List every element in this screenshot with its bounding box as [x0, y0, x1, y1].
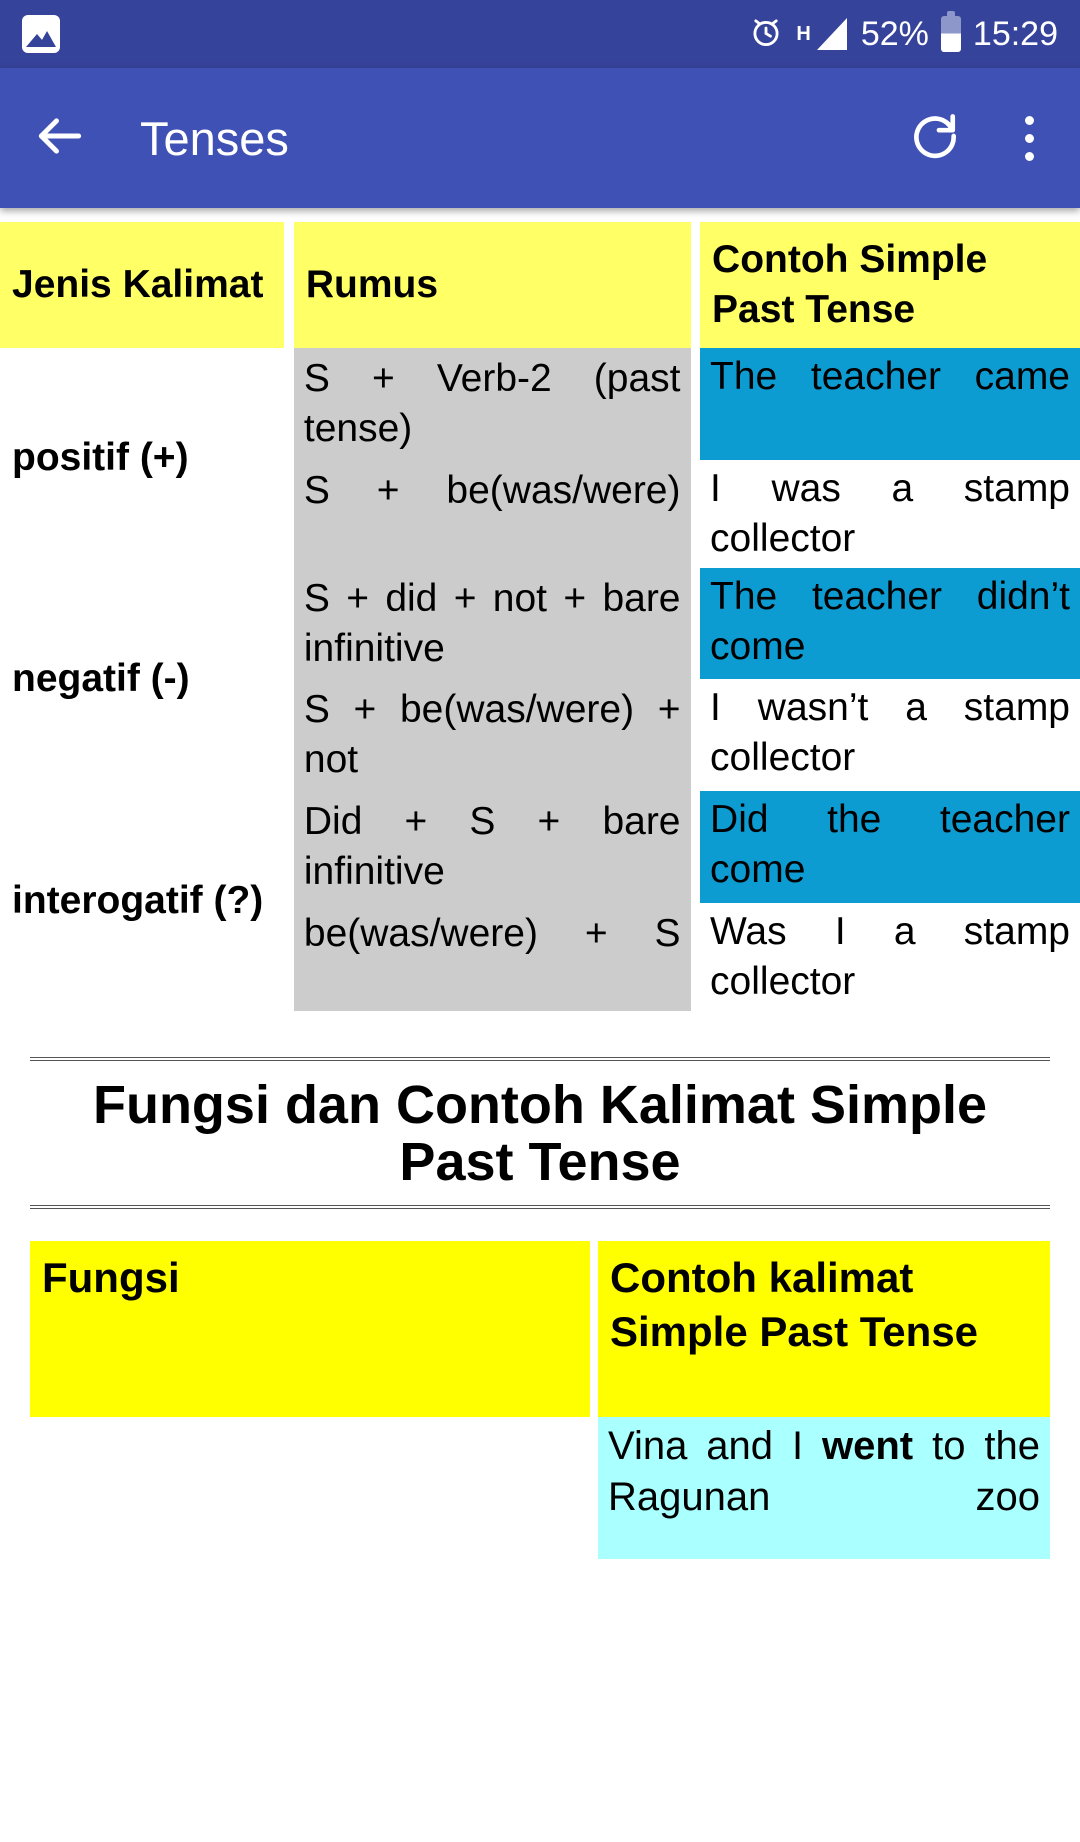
table-row: positif (+) S + Verb-2 (past tense) The … — [0, 348, 1080, 568]
table-header-row: Fungsi Contoh kalimat Simple Past Tense — [30, 1241, 1050, 1418]
table-header-jenis-kalimat: Jenis Kalimat — [0, 222, 285, 348]
table-header-row: Jenis Kalimat Rumus Contoh Simple Past T… — [0, 222, 1080, 348]
signal-triangle-icon — [816, 18, 847, 50]
page-title: Tenses — [140, 111, 289, 165]
section-heading-block: Fungsi dan Contoh Kalimat Simple Past Te… — [30, 1056, 1050, 1210]
cell-contoh-interogatif-1: Did the teacher come — [700, 791, 1080, 904]
overflow-dot — [1025, 115, 1034, 125]
image-gallery-icon — [22, 15, 60, 53]
battery-icon — [940, 11, 961, 52]
contoh-bold-verb: went — [822, 1424, 914, 1469]
table-row: interogatif (?) Did + S + bare infinitiv… — [0, 791, 1080, 1011]
table-row: negatif (-) S + did + not + bare infinit… — [0, 567, 1080, 792]
column-gap — [590, 1241, 598, 1418]
cell-contoh-negatif-2: I wasn’t a stamp collector — [700, 679, 1080, 792]
fungsi-table-wrap: Fungsi Contoh kalimat Simple Past Tense … — [0, 1241, 1080, 1560]
table-row: Vina and I went to the Ragunan zoo — [30, 1417, 1050, 1560]
cell-rumus-negatif-1: S + did + not + bare infinitive — [293, 567, 691, 680]
page-content: Jenis Kalimat Rumus Contoh Simple Past T… — [0, 208, 1080, 1560]
fungsi-table-header-contoh: Contoh kalimat Simple Past Tense — [598, 1241, 1050, 1418]
column-gap — [284, 222, 294, 348]
cell-contoh-positif-2: I was a stamp collector — [700, 459, 1080, 568]
overflow-dot — [1025, 151, 1034, 161]
cell-contoh-negatif-1: The teacher didn’t come — [700, 567, 1080, 680]
column-gap — [284, 567, 294, 792]
column-gap — [284, 791, 294, 1011]
column-gap — [590, 1417, 598, 1560]
contoh-prefix: Vina and I — [608, 1424, 823, 1469]
back-arrow-icon[interactable] — [32, 108, 88, 169]
fungsi-table: Fungsi Contoh kalimat Simple Past Tense … — [30, 1241, 1050, 1560]
cell-rumus-interogatif-2: be(was/were) + S — [293, 903, 691, 1011]
clock-label: 15:29 — [972, 15, 1058, 53]
refresh-icon[interactable] — [907, 108, 963, 169]
alarm-clock-icon — [748, 14, 784, 55]
app-bar: Tenses — [0, 68, 1080, 208]
cell-contoh-interogatif-2: Was I a stamp collector — [700, 903, 1080, 1011]
cell-rumus-interogatif-1: Did + S + bare infinitive — [293, 791, 691, 904]
table-header-rumus: Rumus — [293, 222, 691, 348]
section-heading-title: Fungsi dan Contoh Kalimat Simple Past Te… — [92, 1074, 988, 1193]
app-bar-actions — [907, 108, 1048, 169]
cell-contoh-positif-1: The teacher came — [700, 348, 1080, 460]
fungsi-cell-contoh: Vina and I went to the Ragunan zoo — [598, 1417, 1050, 1560]
overflow-dot — [1025, 133, 1034, 143]
cell-jenis-negatif: negatif (-) — [0, 567, 285, 792]
cell-rumus-positif-1: S + Verb-2 (past tense) — [293, 348, 691, 460]
status-bar-right: H 52% 15:29 — [748, 11, 1058, 55]
fungsi-cell-empty — [30, 1417, 590, 1560]
network-type-label: H — [796, 22, 811, 45]
column-gap — [690, 348, 701, 568]
column-gap — [690, 791, 701, 1011]
status-bar-left — [22, 15, 60, 53]
cell-rumus-negatif-2: S + be(was/were) + not — [293, 679, 691, 792]
column-gap — [284, 348, 294, 568]
column-gap — [690, 222, 701, 348]
tense-table: Jenis Kalimat Rumus Contoh Simple Past T… — [0, 222, 1080, 1011]
battery-percent-label: 52% — [860, 15, 929, 53]
table-header-contoh: Contoh Simple Past Tense — [700, 222, 1080, 348]
fungsi-table-header-fungsi: Fungsi — [30, 1241, 590, 1418]
cell-rumus-positif-2: S + be(was/were) — [293, 459, 691, 568]
column-gap — [690, 567, 701, 792]
cell-jenis-interogatif: interogatif (?) — [0, 791, 285, 1011]
cell-jenis-positif: positif (+) — [0, 348, 285, 568]
status-bar: H 52% 15:29 — [0, 0, 1080, 68]
overflow-menu-icon[interactable] — [1011, 110, 1048, 167]
